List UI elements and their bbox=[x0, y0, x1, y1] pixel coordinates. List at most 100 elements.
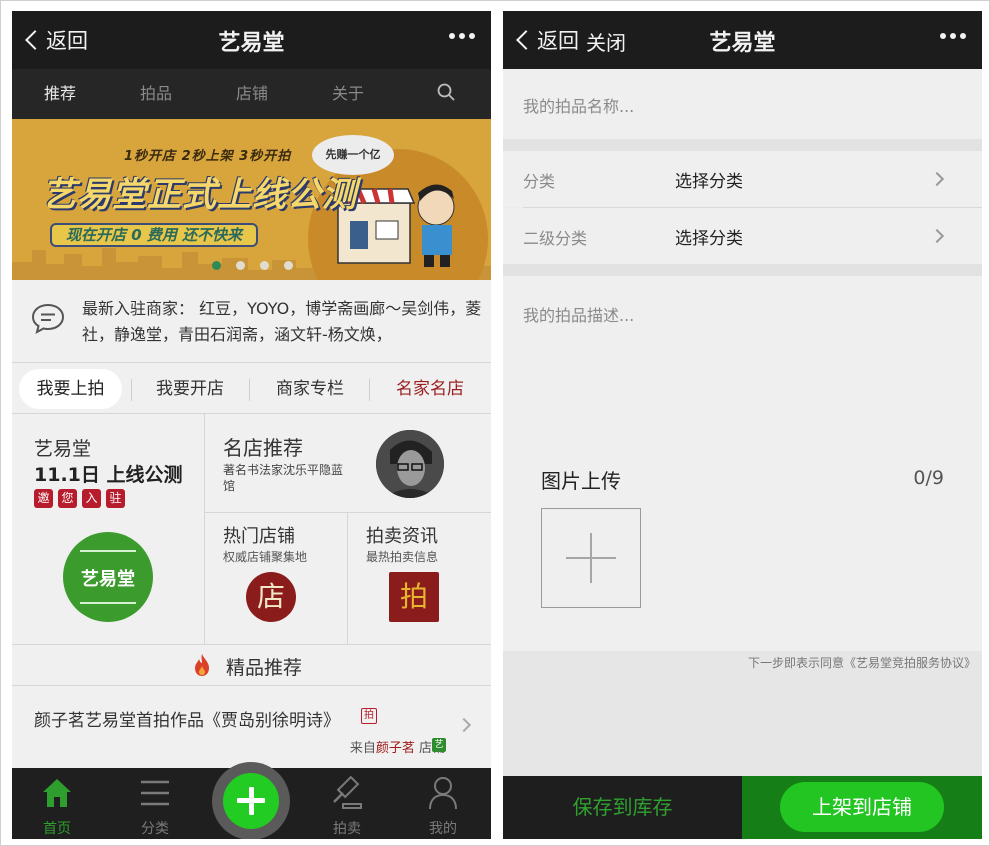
invite-char: 您 bbox=[58, 489, 77, 508]
list-to-store-button[interactable]: 上架到店铺 bbox=[780, 782, 944, 832]
launch-name: 艺易堂 bbox=[34, 438, 92, 460]
banner-steps: 1秒开店 2秒上架 3秒开拍 bbox=[124, 149, 292, 164]
category-value: 选择分类 bbox=[675, 172, 743, 192]
quick-link-list-lot[interactable]: 我要上拍 bbox=[19, 369, 122, 409]
divider bbox=[131, 379, 132, 401]
carousel-dot[interactable] bbox=[260, 261, 269, 270]
invite-char: 驻 bbox=[106, 489, 125, 508]
title-bar: 返回 关闭 艺易堂 bbox=[503, 11, 982, 69]
tab-lots[interactable]: 拍品 bbox=[108, 69, 204, 119]
new-merchants-notice[interactable]: 最新入驻商家： 红豆，YOYO，博学斋画廊～吴剑伟，菱社，静逸堂，青田石润斋，涵… bbox=[12, 280, 491, 362]
action-bar: 保存到库存 上架到店铺 bbox=[503, 776, 982, 839]
gavel-icon bbox=[333, 776, 362, 809]
more-icon[interactable] bbox=[449, 33, 475, 39]
chevron-right-icon bbox=[929, 171, 945, 187]
quick-link-famous-stores[interactable]: 名家名店 bbox=[375, 363, 485, 415]
invite-badges: 邀 您 入 驻 bbox=[34, 489, 125, 508]
hot-store-desc: 权威店铺聚集地 bbox=[223, 550, 308, 564]
shop-tag: 艺 bbox=[432, 738, 446, 752]
carousel-dots[interactable] bbox=[212, 261, 293, 270]
nav-category[interactable]: 分类 bbox=[110, 768, 200, 839]
section-gap bbox=[503, 139, 982, 151]
chevron-right-icon bbox=[929, 228, 945, 244]
shelf-button-area: 上架到店铺 bbox=[742, 776, 982, 839]
user-icon bbox=[429, 777, 457, 810]
from-prefix: 来自 bbox=[349, 741, 376, 756]
lot-name-placeholder: 我的拍品名称... bbox=[523, 97, 635, 116]
top-tabs: 推荐 拍品 店铺 关于 bbox=[12, 69, 491, 119]
auction-badge-icon: 拍 bbox=[389, 572, 439, 622]
nav-profile[interactable]: 我的 bbox=[398, 768, 488, 839]
list-item[interactable]: 颜子茗艺易堂首拍作品《贾岛别徐明诗》 拍 来自颜子茗 店铺 艺 bbox=[12, 686, 491, 768]
lot-name-field[interactable]: 我的拍品名称... bbox=[503, 69, 982, 139]
tab-stores[interactable]: 店铺 bbox=[204, 69, 300, 119]
auction-news-title: 拍卖资讯 bbox=[366, 526, 438, 547]
subcategory-value: 选择分类 bbox=[675, 229, 743, 249]
add-button[interactable] bbox=[223, 773, 279, 829]
subcategory-select[interactable]: 二级分类 选择分类 bbox=[503, 208, 982, 264]
divider bbox=[369, 379, 370, 401]
tab-about[interactable]: 关于 bbox=[300, 69, 396, 119]
more-icon[interactable] bbox=[940, 33, 966, 39]
launch-date: 11.1日 上线公测 bbox=[34, 464, 183, 486]
list-icon bbox=[141, 780, 169, 806]
screenshot-frame: 返回 艺易堂 推荐 拍品 店铺 关于 先赚一个亿 1秒开店 2秒上架 3秒开拍 … bbox=[0, 0, 990, 846]
hot-store-title: 热门店铺 bbox=[223, 526, 295, 547]
search-icon[interactable] bbox=[437, 83, 455, 101]
nav-profile-label: 我的 bbox=[429, 821, 457, 837]
item-author[interactable]: 颜子茗 bbox=[376, 741, 415, 756]
nav-home-label: 首页 bbox=[43, 821, 71, 837]
nav-category-label: 分类 bbox=[141, 821, 169, 837]
title-bar: 返回 艺易堂 bbox=[12, 11, 491, 69]
carousel-dot[interactable] bbox=[284, 261, 293, 270]
carousel-dot[interactable] bbox=[236, 261, 245, 270]
notice-text: 最新入驻商家： 红豆，YOYO，博学斋画廊～吴剑伟，菱社，静逸堂，青田石润斋，涵… bbox=[82, 299, 482, 344]
promo-banner[interactable]: 先赚一个亿 1秒开店 2秒上架 3秒开拍 艺易堂正式上线公测 现在开店 0 费用… bbox=[12, 119, 491, 280]
quick-link-merchant-column[interactable]: 商家专栏 bbox=[255, 363, 365, 415]
feature-grid: 艺易堂 11.1日 上线公测 邀 您 入 驻 艺易堂 名店推荐 著名书法家沈乐平… bbox=[12, 414, 491, 644]
banner-promo: 现在开店 0 费用 还不快来 bbox=[50, 223, 259, 247]
add-image-button[interactable] bbox=[541, 508, 641, 608]
page-title: 艺易堂 bbox=[218, 31, 285, 56]
tab-recommend[interactable]: 推荐 bbox=[12, 69, 108, 119]
banner-headline: 艺易堂正式上线公测 bbox=[42, 175, 357, 215]
item-source: 来自颜子茗 店铺 bbox=[350, 737, 445, 756]
plus-icon bbox=[248, 787, 254, 815]
chat-bubble-icon bbox=[31, 303, 65, 334]
item-title: 颜子茗艺易堂首拍作品《贾岛别徐明诗》 bbox=[34, 711, 340, 731]
list-lot-screen: 返回 关闭 艺易堂 我的拍品名称... 分类 选择分类 二级分类 选择分类 我的… bbox=[503, 11, 982, 839]
chevron-right-icon bbox=[456, 717, 472, 733]
auction-news-desc: 最热拍卖信息 bbox=[366, 550, 439, 564]
nav-auction[interactable]: 拍卖 bbox=[302, 768, 392, 839]
nav-home[interactable]: 首页 bbox=[12, 768, 102, 839]
divider bbox=[249, 379, 250, 401]
store-badge-icon: 店 bbox=[246, 572, 296, 622]
famous-store-title: 名店推荐 bbox=[223, 436, 303, 460]
category-select[interactable]: 分类 选择分类 bbox=[503, 151, 982, 207]
featured-header: 精品推荐 bbox=[12, 644, 491, 686]
invite-char: 入 bbox=[82, 489, 101, 508]
auction-tag: 拍 bbox=[361, 708, 377, 724]
category-label: 分类 bbox=[523, 172, 556, 191]
subcategory-label: 二级分类 bbox=[523, 229, 588, 248]
save-to-inventory-button[interactable]: 保存到库存 bbox=[503, 776, 742, 839]
section-gap bbox=[503, 264, 982, 276]
nav-auction-label: 拍卖 bbox=[333, 821, 361, 837]
agreement-link[interactable]: 下一步即表示同意《艺易堂竞拍服务协议》 bbox=[748, 654, 976, 671]
page-title: 艺易堂 bbox=[709, 31, 776, 56]
famous-store-desc: 著名书法家沈乐平隐蓝馆 bbox=[223, 463, 344, 493]
yiyitang-logo: 艺易堂 bbox=[63, 532, 153, 622]
avatar bbox=[376, 430, 444, 498]
home-icon bbox=[43, 779, 71, 807]
home-screen: 返回 艺易堂 推荐 拍品 店铺 关于 先赚一个亿 1秒开店 2秒上架 3秒开拍 … bbox=[12, 11, 491, 839]
carousel-dot[interactable] bbox=[212, 261, 221, 270]
quick-link-open-store[interactable]: 我要开店 bbox=[137, 363, 243, 415]
upload-title: 图片上传 bbox=[541, 469, 621, 493]
featured-title: 精品推荐 bbox=[226, 657, 303, 679]
upload-count: 0/9 bbox=[913, 467, 944, 489]
bottom-nav: 首页 分类 拍卖 我的 bbox=[12, 762, 491, 839]
quick-links: 我要上拍 我要开店 商家专栏 名家名店 bbox=[12, 362, 491, 414]
divider bbox=[347, 512, 348, 644]
logo-text: 艺易堂 bbox=[81, 569, 135, 590]
invite-char: 邀 bbox=[34, 489, 53, 508]
